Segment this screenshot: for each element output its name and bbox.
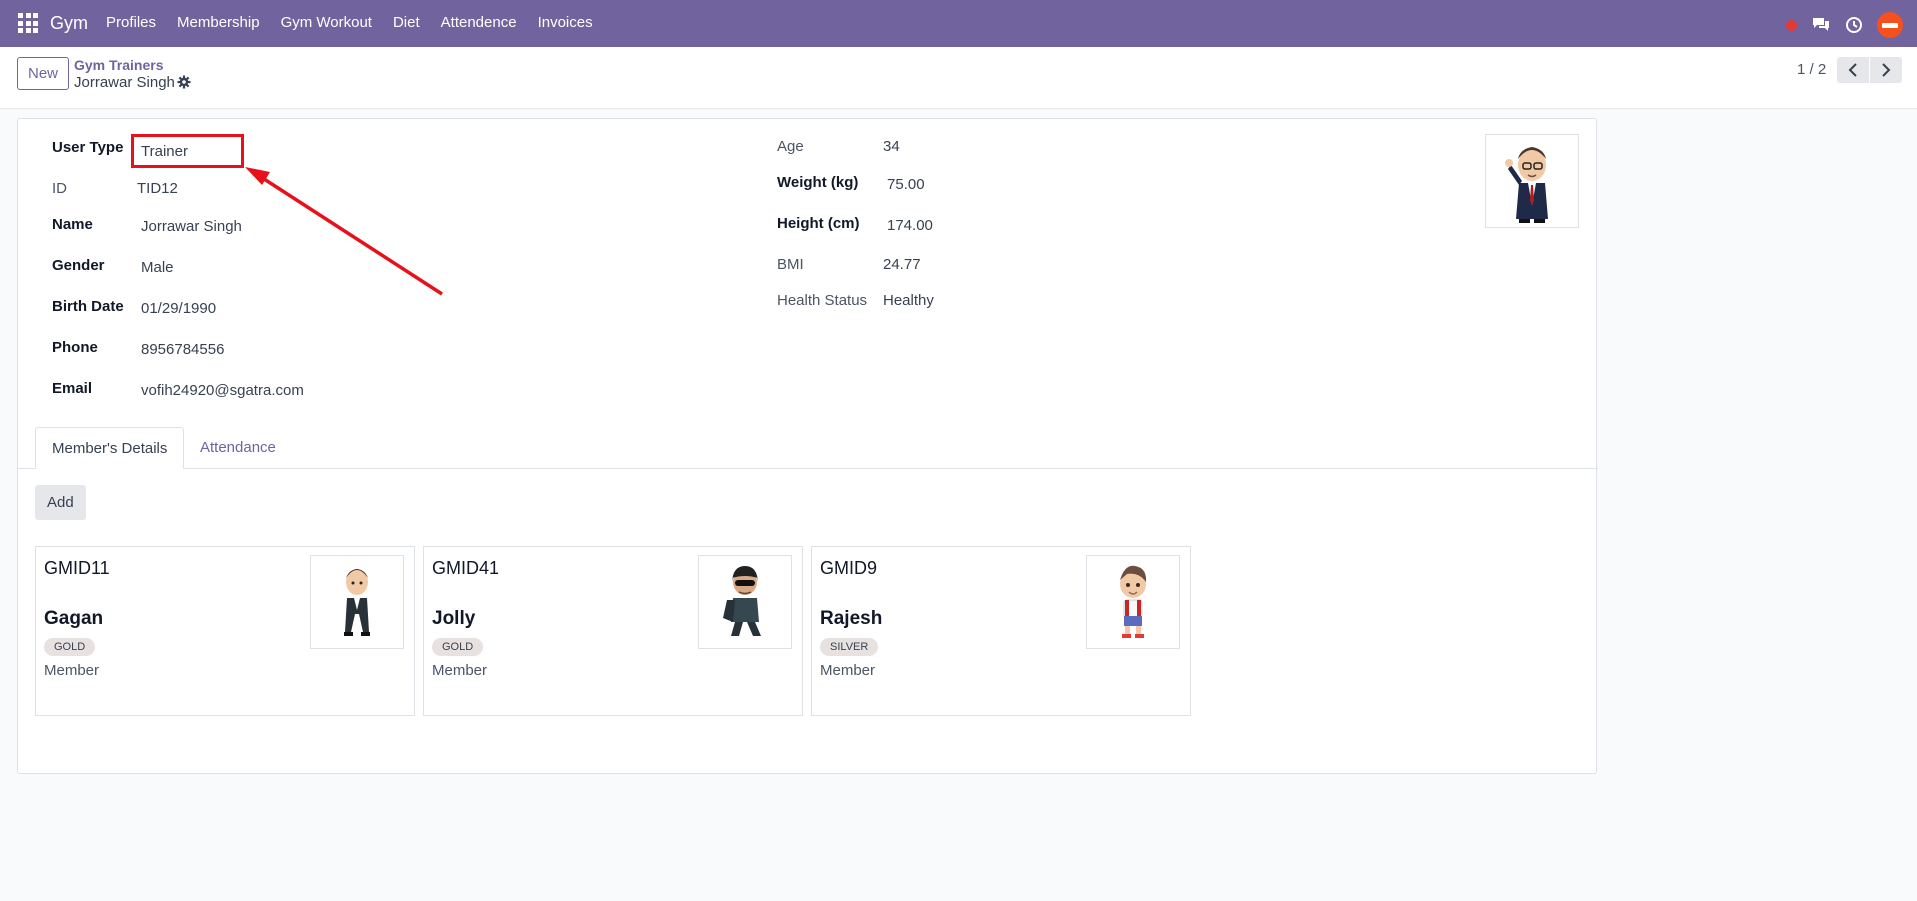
member-cartoon-image	[344, 569, 370, 636]
chevron-left-icon	[1848, 63, 1857, 77]
name-label: Name	[52, 216, 93, 233]
weight-label: Weight (kg)	[777, 174, 859, 191]
pager-next-button[interactable]	[1870, 57, 1902, 83]
bmi-label: BMI	[777, 256, 804, 273]
phone-label: Phone	[52, 339, 98, 356]
form-sheet: User Type Trainer ID TID12 Name Jorrawar…	[17, 118, 1598, 774]
member-code: GMID41	[432, 558, 500, 578]
tab-attendance[interactable]: Attendance	[184, 427, 292, 469]
member-photo	[310, 555, 404, 649]
id-label: ID	[52, 180, 67, 197]
add-button[interactable]: Add	[35, 485, 86, 520]
email-field[interactable]: vofih24920@sgatra.com	[141, 382, 304, 399]
member-card[interactable]: GMID41 Jolly GOLD Member	[423, 546, 803, 716]
pager-previous-button[interactable]	[1837, 57, 1869, 83]
app-brand[interactable]: Gym	[50, 13, 88, 34]
top-navbar: Gym Profiles Membership Gym Workout Diet…	[0, 0, 1917, 47]
trainer-cartoon-image	[1505, 147, 1548, 223]
menu-item-diet[interactable]: Diet	[393, 14, 420, 31]
trainer-photo[interactable]	[1485, 134, 1579, 228]
birth-date-field[interactable]: 01/29/1990	[141, 300, 216, 317]
menu-item-membership[interactable]: Membership	[177, 14, 260, 31]
membership-badge: GOLD	[432, 638, 484, 656]
chat-icon[interactable]	[1811, 16, 1831, 34]
gender-label: Gender	[52, 257, 105, 274]
member-role: Member	[432, 662, 488, 679]
gender-field[interactable]: Male	[141, 259, 174, 276]
user-avatar[interactable]	[1877, 12, 1903, 38]
menu-item-profiles[interactable]: Profiles	[106, 14, 156, 31]
menu-item-attendence[interactable]: Attendence	[441, 14, 517, 31]
id-value: TID12	[137, 180, 178, 197]
member-name: Gagan	[44, 608, 104, 629]
member-role: Member	[44, 662, 100, 679]
member-photo	[698, 555, 792, 649]
name-field[interactable]: Jorrawar Singh	[141, 218, 242, 235]
menu-item-invoices[interactable]: Invoices	[538, 14, 593, 31]
apps-grid-icon[interactable]	[18, 13, 38, 33]
phone-field[interactable]: 8956784556	[141, 341, 224, 358]
age-value: 34	[883, 138, 900, 155]
membership-badge: GOLD	[44, 638, 96, 656]
bmi-value: 24.77	[883, 256, 921, 273]
user-type-label: User Type	[52, 139, 124, 156]
height-label: Height (cm)	[777, 215, 860, 232]
health-status-label: Health Status	[777, 292, 868, 309]
height-field[interactable]: 174.00	[887, 217, 933, 234]
navbar-systray	[1786, 12, 1903, 38]
breadcrumb-current: Jorrawar Singh	[74, 74, 175, 91]
member-role: Member	[820, 662, 876, 679]
control-panel: New Gym Trainers Jorrawar Singh 1 / 2	[0, 47, 1917, 109]
chevron-right-icon	[1882, 63, 1891, 77]
gear-icon[interactable]	[177, 75, 191, 89]
member-photo	[1086, 555, 1180, 649]
member-cartoon-image	[723, 566, 761, 636]
weight-field[interactable]: 75.00	[887, 176, 925, 193]
member-card[interactable]: GMID9 Rajesh SILVER Member	[811, 546, 1191, 716]
pager-value[interactable]: 1 / 2	[1797, 61, 1826, 78]
member-name: Rajesh	[820, 608, 883, 629]
health-status-value: Healthy	[883, 292, 934, 309]
new-button[interactable]: New	[17, 57, 70, 90]
member-cartoon-image	[1120, 565, 1147, 638]
tab-members-details[interactable]: Member's Details	[35, 427, 185, 469]
member-code: GMID11	[44, 558, 110, 578]
recording-dot-icon[interactable]	[1786, 19, 1797, 31]
membership-badge: SILVER	[820, 638, 879, 656]
menu-item-gym-workout[interactable]: Gym Workout	[281, 14, 372, 31]
annotation-highlight-box	[131, 134, 244, 168]
age-label: Age	[777, 138, 804, 155]
member-code: GMID9	[820, 558, 878, 578]
notebook-tabs: Member's Details Attendance	[18, 427, 1598, 469]
birth-date-label: Birth Date	[52, 298, 124, 315]
breadcrumb-parent[interactable]: Gym Trainers	[74, 57, 164, 73]
activity-clock-icon[interactable]	[1845, 16, 1863, 34]
email-label: Email	[52, 380, 93, 397]
member-card[interactable]: GMID11 Gagan GOLD Member	[35, 546, 415, 716]
main-menu: Profiles Membership Gym Workout Diet Att…	[106, 14, 614, 31]
member-name: Jolly	[432, 608, 476, 629]
